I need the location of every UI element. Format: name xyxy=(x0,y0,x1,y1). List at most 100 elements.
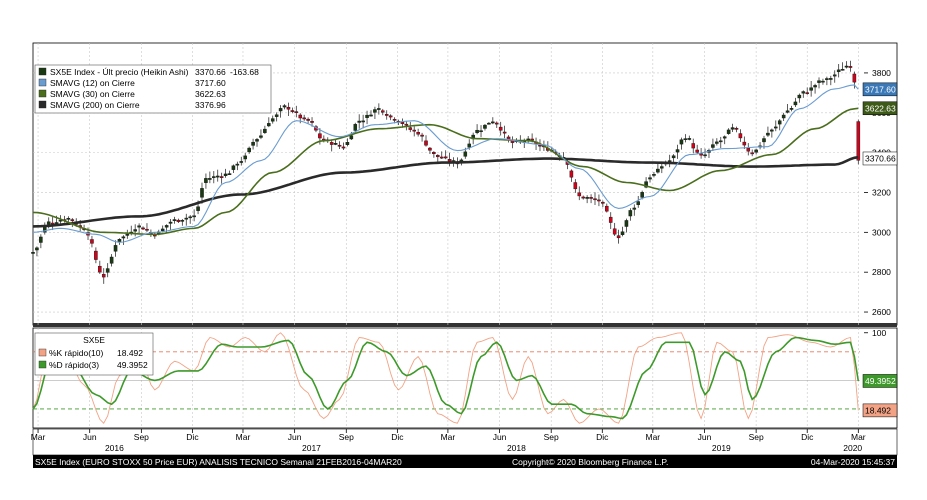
candle-up xyxy=(125,234,130,236)
candle-up xyxy=(66,217,71,220)
candle-down xyxy=(691,143,696,149)
candle-up xyxy=(844,65,849,68)
candle-down xyxy=(601,201,605,204)
stochastic-panel-title: SX5E xyxy=(83,335,105,345)
candle-down xyxy=(98,265,102,273)
x-axis-month-label: Jun xyxy=(698,432,712,442)
candle-up xyxy=(660,166,664,169)
stochastic-legend-value: 49.3952 xyxy=(117,360,148,370)
candle-up xyxy=(628,210,633,217)
x-axis-month-label: Jun xyxy=(288,432,302,442)
candle-up xyxy=(817,80,821,83)
legend-swatch xyxy=(38,89,47,98)
candle-up xyxy=(227,173,232,175)
candle-up xyxy=(121,236,126,239)
candle-down xyxy=(750,152,754,155)
candle-up xyxy=(35,247,39,251)
candle-down xyxy=(589,197,593,199)
candle-up xyxy=(168,221,173,224)
price-value-tag-label: 3717.60 xyxy=(865,84,896,94)
panel-divider xyxy=(33,323,897,327)
candle-up xyxy=(200,188,204,198)
candle-up xyxy=(825,78,829,80)
candle-down xyxy=(432,152,436,154)
stochastic-legend-value: 18.492 xyxy=(117,348,143,358)
candle-up xyxy=(204,178,208,183)
candle-down xyxy=(612,228,617,235)
x-axis-month-label: Dic xyxy=(186,432,199,442)
legend-series-value: 3717.60 xyxy=(195,78,226,88)
candle-up xyxy=(722,136,727,139)
candle-up xyxy=(679,139,684,145)
x-axis-month-label: Dic xyxy=(596,432,609,442)
x-axis-month-label: Sep xyxy=(749,432,764,442)
footer-description: SX5E Index (EURO STOXX 50 Price EUR) ANA… xyxy=(35,457,402,467)
x-axis-month-label: Mar xyxy=(441,432,456,442)
candle-up xyxy=(373,109,377,113)
candle-up xyxy=(255,139,259,142)
candle-up xyxy=(259,135,263,138)
candle-down xyxy=(388,115,393,118)
candle-down xyxy=(581,196,585,199)
candle-up xyxy=(274,114,279,117)
candle-up xyxy=(263,128,267,133)
candle-down xyxy=(381,110,385,113)
x-axis-month-label: Jun xyxy=(83,432,97,442)
candle-up xyxy=(361,120,365,123)
candle-up xyxy=(239,161,244,163)
candle-up xyxy=(196,206,200,211)
candle-up xyxy=(133,229,137,232)
candle-down xyxy=(420,134,424,137)
candle-down xyxy=(593,198,597,201)
candle-up xyxy=(832,74,837,77)
candle-up xyxy=(113,245,118,252)
price-value-tag-label: 3622.63 xyxy=(865,103,896,113)
x-axis-month-label: Mar xyxy=(851,432,866,442)
candle-up xyxy=(247,147,251,153)
legend-series-value: 3376.96 xyxy=(195,100,226,110)
candle-down xyxy=(412,129,416,132)
candle-down xyxy=(298,114,303,119)
legend-swatch xyxy=(38,67,47,76)
candle-up xyxy=(813,85,817,88)
candle-up xyxy=(789,108,794,110)
candle-down xyxy=(290,110,295,112)
candle-up xyxy=(282,105,287,108)
candle-up xyxy=(212,176,216,178)
candle-up xyxy=(487,122,491,125)
candle-up xyxy=(160,228,165,232)
candle-up xyxy=(801,91,806,94)
candle-down xyxy=(439,156,444,159)
chart-canvas: 26002800300032003400360038003717.603622.… xyxy=(0,0,927,495)
candle-down xyxy=(341,146,346,149)
x-axis-month-label: Sep xyxy=(544,432,559,442)
candle-up xyxy=(184,217,189,220)
candle-up xyxy=(718,140,723,143)
candle-down xyxy=(852,73,857,83)
candle-down xyxy=(569,170,574,178)
candle-up xyxy=(640,192,644,198)
candle-up xyxy=(109,256,114,264)
candle-down xyxy=(597,199,601,202)
candle-up xyxy=(369,114,373,117)
candle-up xyxy=(703,154,707,157)
x-axis-month-label: Sep xyxy=(339,432,354,442)
stochastic-legend-swatch xyxy=(38,360,47,369)
candle-down xyxy=(746,147,751,152)
legend-series-label: SMAVG (200) on Cierre xyxy=(50,100,140,110)
candle-down xyxy=(408,127,413,130)
candle-up xyxy=(624,220,629,227)
legend-series-value: 3622.63 xyxy=(195,89,226,99)
candle-down xyxy=(145,228,149,231)
candle-down xyxy=(428,147,432,151)
price-y-tick-label: 3200 xyxy=(872,187,891,197)
candle-down xyxy=(573,182,578,190)
candle-up xyxy=(172,219,177,221)
price-y-tick-label: 2800 xyxy=(872,267,891,277)
stochastic-value-tag-label: 49.3952 xyxy=(865,376,896,386)
candle-up xyxy=(766,132,770,136)
legend-swatch xyxy=(38,78,47,87)
candle-up xyxy=(467,143,472,148)
candle-up xyxy=(333,143,338,145)
candle-down xyxy=(443,156,448,159)
